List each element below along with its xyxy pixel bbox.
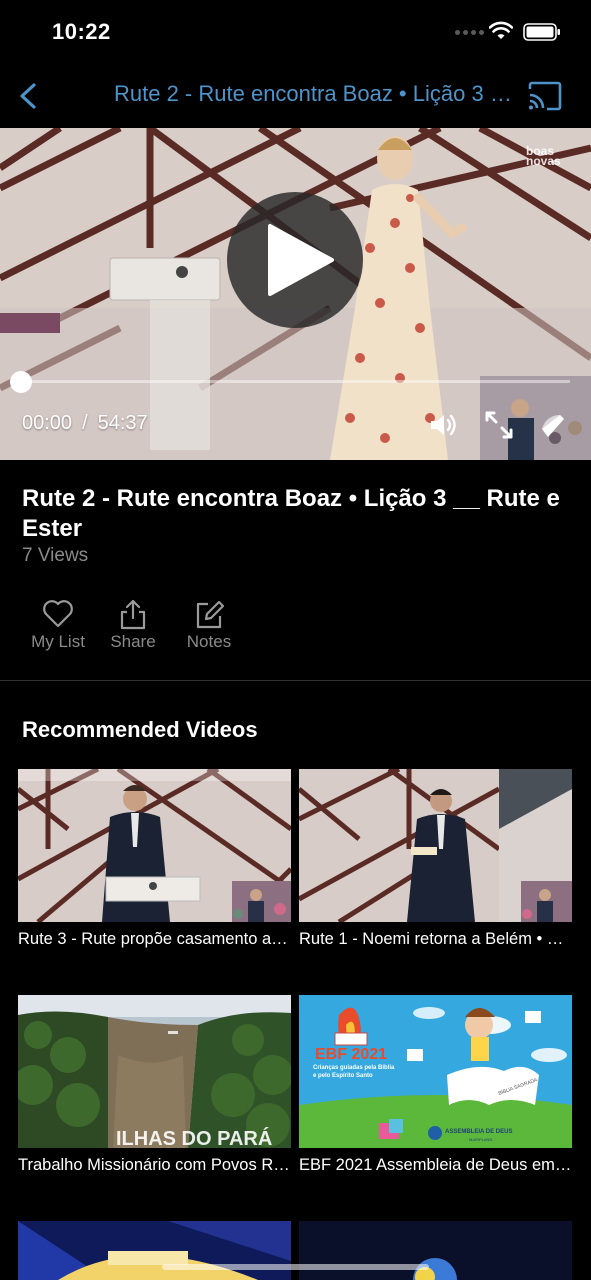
recommended-title[interactable]: Trabalho Missionário com Povos Ribeirinh… [18, 1156, 291, 1175]
recommended-card[interactable] [299, 1221, 572, 1280]
battery-icon [523, 23, 560, 41]
recommended-heading: Recommended Videos [22, 717, 258, 742]
video-thumbnail[interactable] [18, 769, 291, 922]
share-label: Share [110, 632, 156, 651]
channel-watermark: boas novas [526, 144, 561, 168]
progress-bar[interactable] [20, 380, 570, 383]
recommended-card[interactable] [18, 1221, 291, 1280]
video-title: Rute 2 - Rute encontra Boaz • Lição 3 __… [22, 485, 560, 542]
status-time: 10:22 [52, 19, 111, 44]
video-thumbnail[interactable] [299, 1221, 572, 1280]
my-list-label: My List [31, 632, 85, 651]
signal-icon [455, 30, 484, 35]
svg-text:ILHAS DO PARÁ: ILHAS DO PARÁ [116, 1127, 272, 1148]
recommended-title[interactable]: Rute 3 - Rute propõe casamento a Boaz • … [18, 930, 291, 949]
status-bar: 10:22 [0, 0, 591, 64]
nav-bar: Rute 2 - Rute encontra Boaz • Lição 3 __… [0, 64, 591, 128]
volume-icon[interactable] [428, 411, 458, 439]
video-player[interactable]: boas novas 00:00 / 54:37 [0, 128, 591, 460]
nav-title: Rute 2 - Rute encontra Boaz • Lição 3 __… [114, 81, 514, 106]
brightness-icon[interactable] [538, 411, 568, 441]
recommended-card[interactable]: Rute 3 - Rute propõe casamento a Boaz • … [18, 769, 291, 949]
heart-icon [43, 600, 73, 628]
svg-text:Crianças guiadas pela Bíblia: Crianças guiadas pela Bíblia [313, 1065, 395, 1071]
video-thumbnail[interactable] [18, 1221, 291, 1280]
back-chevron-icon[interactable] [14, 80, 42, 112]
share-icon [120, 599, 146, 630]
wifi-icon [489, 21, 513, 39]
fullscreen-icon[interactable] [484, 410, 514, 440]
video-thumbnail[interactable] [299, 769, 572, 922]
recommended-title[interactable]: Rute 1 - Noemi retorna a Belém • Lição 3… [299, 930, 572, 949]
share-button[interactable]: Share [93, 598, 173, 658]
my-list-button[interactable]: My List [18, 598, 98, 658]
time-separator: / [82, 412, 88, 434]
video-thumbnail[interactable]: EBF 2021 Crianças guiadas pela Bíblia e … [299, 995, 572, 1148]
notes-button[interactable]: Notes [169, 598, 249, 658]
time-display: 00:00 / 54:37 [22, 412, 148, 435]
divider [0, 680, 591, 681]
recommended-card[interactable]: EBF 2021 Crianças guiadas pela Bíblia e … [299, 995, 572, 1175]
progress-scrubber[interactable] [10, 371, 32, 393]
svg-text:EBF 2021: EBF 2021 [315, 1046, 387, 1063]
svg-text:ASSEMBLEIA DE DEUS: ASSEMBLEIA DE DEUS [445, 1129, 512, 1135]
video-thumbnail[interactable]: ILHAS DO PARÁ [18, 995, 291, 1148]
svg-text:e pelo Espírito Santo: e pelo Espírito Santo [313, 1073, 373, 1079]
recommended-card[interactable]: ILHAS DO PARÁ Trabalho Missionário com P… [18, 995, 291, 1175]
recommended-card[interactable]: Rute 1 - Noemi retorna a Belém • Lição 3… [299, 769, 572, 949]
cast-icon[interactable] [527, 81, 563, 111]
view-count: 7 Views [22, 545, 89, 566]
current-time: 00:00 [22, 412, 73, 434]
recommended-title[interactable]: EBF 2021 Assembleia de Deus em Maripland [299, 1156, 572, 1175]
notes-icon [196, 600, 225, 629]
svg-text:MARIPLAND: MARIPLAND [469, 1137, 492, 1142]
play-button[interactable] [227, 192, 363, 328]
play-icon [268, 224, 334, 296]
duration: 54:37 [97, 412, 148, 434]
notes-label: Notes [186, 632, 232, 651]
action-bar: My List Share Notes [0, 598, 591, 658]
home-indicator[interactable] [162, 1264, 429, 1270]
